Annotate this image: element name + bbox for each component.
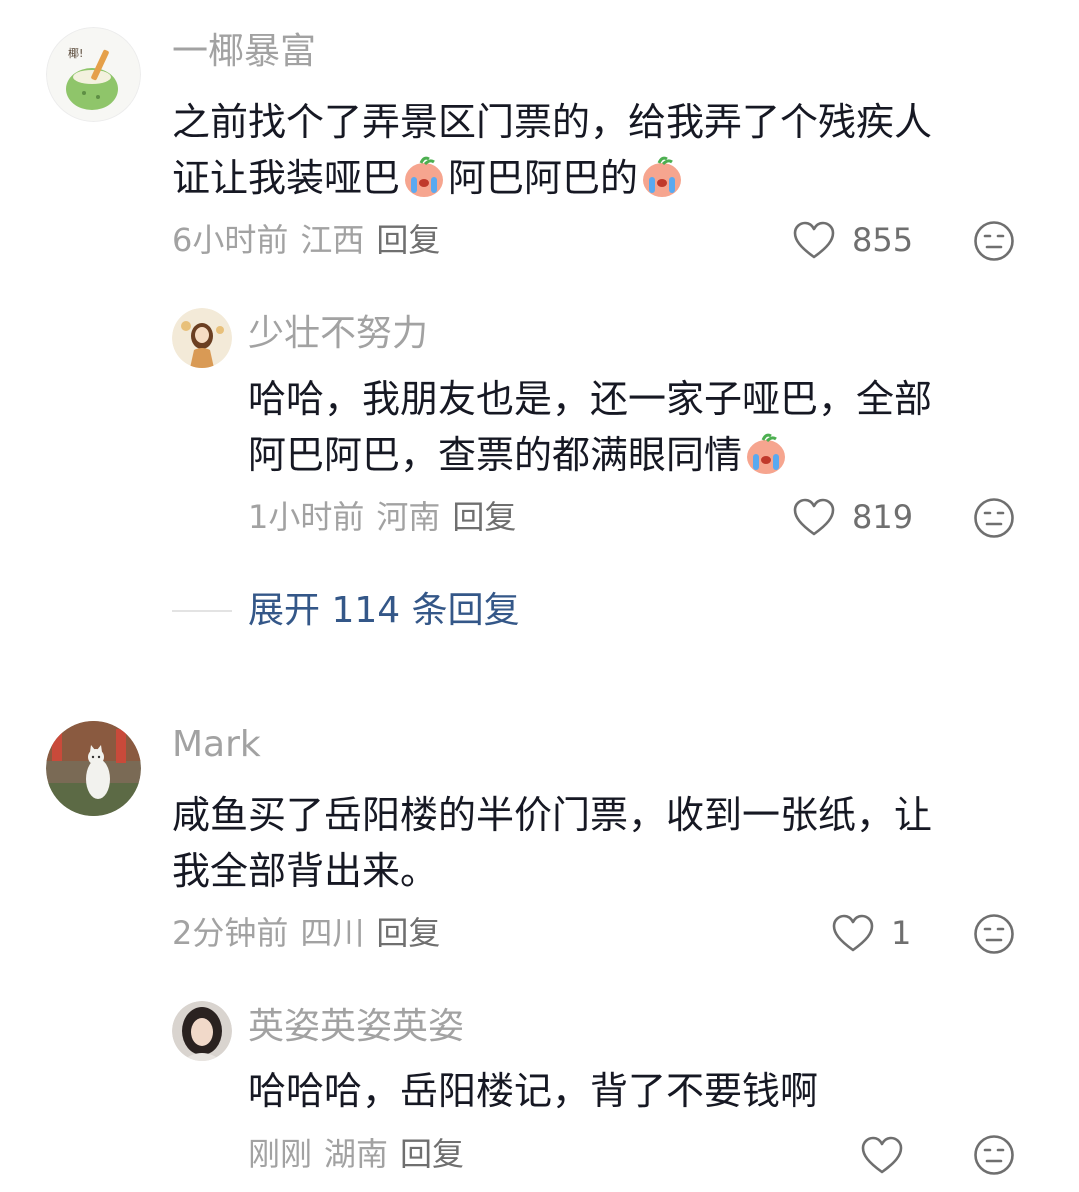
comment-time: 2分钟前 xyxy=(172,914,289,952)
comment-text-line: 咸鱼买了岳阳楼的半价门票，收到一张纸，让 xyxy=(172,793,933,837)
reply-meta: 刚刚 湖南 回复 xyxy=(248,1134,464,1174)
like-count: 819 xyxy=(852,498,914,536)
reply-author[interactable]: 少壮不努力 xyxy=(248,312,428,356)
portrait-photo-avatar-image xyxy=(172,1001,232,1061)
comment-text-segment: 证让我装哑巴 xyxy=(172,156,401,200)
comment-text-line: 证让我装哑巴 阿巴阿巴的 xyxy=(172,151,686,205)
reply-button[interactable]: 回复 xyxy=(376,221,440,259)
dislike-button[interactable] xyxy=(973,497,1015,539)
comment-meta: 6小时前 江西 回复 xyxy=(172,220,440,260)
crying-peach-emoji xyxy=(639,153,685,199)
meh-face-icon xyxy=(974,498,1014,538)
avatar[interactable] xyxy=(172,308,232,368)
reply-location: 河南 xyxy=(376,498,441,536)
comment-text-segment: 阿巴阿巴的 xyxy=(448,156,639,200)
like-button[interactable]: 1 xyxy=(831,910,911,956)
comment-meta: 2分钟前 四川 回复 xyxy=(172,913,440,953)
expand-replies-label: 展开 114 条回复 xyxy=(248,590,520,631)
expand-replies-button[interactable]: 展开 114 条回复 xyxy=(172,586,520,636)
heart-outline-icon xyxy=(861,1136,903,1174)
crying-peach-emoji xyxy=(743,430,789,476)
reply-button[interactable]: 回复 xyxy=(400,1135,464,1173)
reply-author[interactable]: 英姿英姿英姿 xyxy=(248,1005,464,1049)
reply-text-line: 哈哈哈，岳阳楼记，背了不要钱啊 xyxy=(248,1069,819,1113)
reply-button[interactable]: 回复 xyxy=(376,914,440,952)
avatar[interactable]: 椰! xyxy=(46,27,141,122)
reply-text-line: 哈哈，我朋友也是，还一家子哑巴，全部 xyxy=(248,377,933,421)
comment-location: 江西 xyxy=(300,221,365,259)
reply-text-line: 阿巴阿巴，查票的都满眼同情 xyxy=(248,428,790,482)
like-button[interactable] xyxy=(860,1132,904,1178)
reply-time: 1小时前 xyxy=(248,498,365,536)
comment-text-line: 之前找个了弄景区门票的，给我弄了个残疾人 xyxy=(172,100,933,144)
comment-time: 6小时前 xyxy=(172,221,289,259)
cat-photo-avatar-image xyxy=(46,721,141,816)
meh-face-icon xyxy=(974,914,1014,954)
meh-face-icon xyxy=(974,1135,1014,1175)
girl-illustration-avatar-image xyxy=(172,308,232,368)
comment-author[interactable]: Mark xyxy=(172,723,261,767)
reply-text-segment: 阿巴阿巴，查票的都满眼同情 xyxy=(248,433,743,477)
avatar[interactable] xyxy=(172,1001,232,1061)
like-button[interactable]: 819 xyxy=(792,494,913,540)
dislike-button[interactable] xyxy=(973,220,1015,262)
comment-author[interactable]: 一椰暴富 xyxy=(172,30,316,74)
heart-outline-icon xyxy=(793,498,835,536)
comment-location: 四川 xyxy=(300,914,365,952)
crying-peach-emoji xyxy=(401,153,447,199)
like-button[interactable]: 855 xyxy=(792,217,913,263)
reply-location: 湖南 xyxy=(324,1135,389,1173)
reply-button[interactable]: 回复 xyxy=(452,498,516,536)
meh-face-icon xyxy=(974,221,1014,261)
coconut-avatar-image: 椰! xyxy=(46,27,141,122)
reply-time: 刚刚 xyxy=(248,1135,313,1173)
heart-outline-icon xyxy=(832,914,874,952)
avatar-badge-text: 椰! xyxy=(68,46,83,60)
like-count: 855 xyxy=(852,221,914,259)
dislike-button[interactable] xyxy=(973,913,1015,955)
avatar[interactable] xyxy=(46,721,141,816)
comment-text-line: 我全部背出来。 xyxy=(172,849,439,893)
like-count: 1 xyxy=(891,914,912,952)
reply-meta: 1小时前 河南 回复 xyxy=(248,497,516,537)
expand-divider xyxy=(172,610,232,612)
dislike-button[interactable] xyxy=(973,1134,1015,1176)
comment-list: 椰! 一椰暴富 之前找个了弄景区门票的，给我弄了个残疾人 证让我装哑巴 阿巴阿巴的… xyxy=(0,0,1079,1192)
heart-outline-icon xyxy=(793,221,835,259)
